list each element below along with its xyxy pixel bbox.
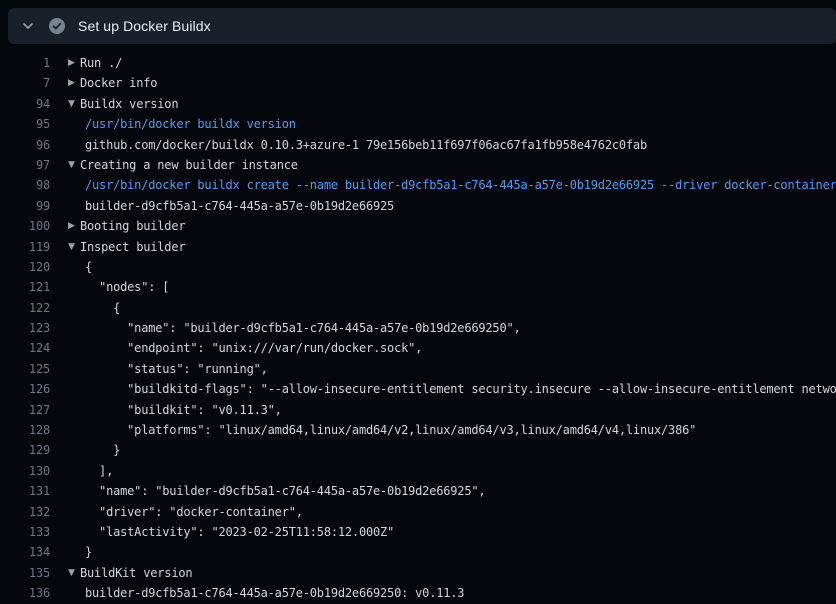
log-line: 127 "buildkit": "v0.11.3", [0,400,836,420]
line-number[interactable]: 135 [0,563,50,583]
triangle-collapsed-icon: ▶ [68,216,80,236]
group-title: Run ./ [80,53,122,73]
log-group-row[interactable]: 1 ▶Run ./ [0,53,836,73]
line-number[interactable]: 122 [0,298,50,318]
line-number[interactable]: 97 [0,155,50,175]
log-line: 130 ], [0,461,836,481]
log-area: 1▶Run ./7▶Docker info94▼Buildx version95… [0,44,836,604]
log-line: 120 { [0,257,836,277]
log-line: 129 } [0,440,836,460]
check-circle-icon [49,18,65,34]
output-text: "nodes": [ [85,277,169,297]
output-text: ], [85,461,113,481]
line-number[interactable]: 134 [0,542,50,562]
triangle-collapsed-icon: ▶ [68,53,80,73]
line-number[interactable]: 94 [0,94,50,114]
log-line: 122 { [0,298,836,318]
log-line: 132 "driver": "docker-container", [0,502,836,522]
line-number[interactable]: 7 [0,73,50,93]
line-number[interactable]: 131 [0,481,50,501]
log-line: 131 "name": "builder-d9cfb5a1-c764-445a-… [0,481,836,501]
line-number[interactable]: 120 [0,257,50,277]
triangle-expanded-icon: ▼ [68,237,80,257]
output-text: "name": "builder-d9cfb5a1-c764-445a-a57e… [85,481,485,501]
log-line: 121 "nodes": [ [0,277,836,297]
line-number[interactable]: 124 [0,338,50,358]
line-number[interactable]: 130 [0,461,50,481]
log-group-row[interactable]: 97 ▼Creating a new builder instance [0,155,836,175]
line-number[interactable]: 127 [0,400,50,420]
line-number[interactable]: 133 [0,522,50,542]
group-title: Creating a new builder instance [80,155,298,175]
log-line: 98/usr/bin/docker buildx create --name b… [0,175,836,195]
triangle-expanded-icon: ▼ [68,94,80,114]
output-text: } [85,440,120,460]
log-line: 126 "buildkitd-flags": "--allow-insecure… [0,379,836,399]
line-number[interactable]: 126 [0,379,50,399]
output-text: "buildkitd-flags": "--allow-insecure-ent… [85,379,836,399]
line-number[interactable]: 96 [0,135,50,155]
output-text: "endpoint": "unix:///var/run/docker.sock… [85,338,422,358]
log-line: 95/usr/bin/docker buildx version [0,114,836,134]
group-title: BuildKit version [80,563,192,583]
triangle-expanded-icon: ▼ [68,563,80,583]
log-group-row[interactable]: 7 ▶Docker info [0,73,836,93]
output-text: "platforms": "linux/amd64,linux/amd64/v2… [85,420,696,440]
line-number[interactable]: 100 [0,216,50,236]
log-line: 133 "lastActivity": "2023-02-25T11:58:12… [0,522,836,542]
log-group-row[interactable]: 94 ▼Buildx version [0,94,836,114]
group-title: Inspect builder [80,237,185,257]
line-number[interactable]: 132 [0,502,50,522]
triangle-expanded-icon: ▼ [68,155,80,175]
line-number[interactable]: 95 [0,114,50,134]
step-title: Set up Docker Buildx [78,18,211,34]
line-number[interactable]: 136 [0,583,50,603]
log-group-row[interactable]: 135 ▼BuildKit version [0,563,836,583]
log-line: 134} [0,542,836,562]
chevron-down-icon[interactable] [20,18,36,34]
output-text: "name": "builder-d9cfb5a1-c764-445a-a57e… [85,318,521,338]
triangle-collapsed-icon: ▶ [68,73,80,93]
line-number[interactable]: 99 [0,196,50,216]
line-number[interactable]: 98 [0,175,50,195]
log-line: 99 builder-d9cfb5a1-c764-445a-a57e-0b19d2… [0,196,836,216]
group-title: Docker info [80,73,157,93]
output-text: { [85,298,120,318]
output-text: "status": "running", [85,359,268,379]
step-header[interactable]: Set up Docker Buildx [8,8,836,44]
log-line: 123 "name": "builder-d9cfb5a1-c764-445a-… [0,318,836,338]
log-line: 128 "platforms": "linux/amd64,linux/amd6… [0,420,836,440]
log-line: 136 builder-d9cfb5a1-c764-445a-a57e-0b19d… [0,583,836,603]
output-text: github.com/docker/buildx 0.10.3+azure-1 … [85,135,647,155]
command-text: /usr/bin/docker buildx version [85,114,296,134]
log-group-row[interactable]: 119 ▼Inspect builder [0,237,836,257]
line-number[interactable]: 1 [0,53,50,73]
command-text: /usr/bin/docker buildx create --name bui… [85,175,836,195]
output-text: { [85,257,92,277]
log-group-row[interactable]: 100 ▶Booting builder [0,216,836,236]
output-text: builder-d9cfb5a1-c764-445a-a57e-0b19d2e6… [85,196,394,216]
output-text: "buildkit": "v0.11.3", [85,400,282,420]
log-line: 125 "status": "running", [0,359,836,379]
output-text: } [85,542,92,562]
actions-log-panel: Set up Docker Buildx 1▶Run ./7▶Docker in… [0,0,836,604]
output-text: "lastActivity": "2023-02-25T11:58:12.000… [85,522,394,542]
line-number[interactable]: 121 [0,277,50,297]
group-title: Booting builder [80,216,185,236]
line-number[interactable]: 119 [0,237,50,257]
output-text: "driver": "docker-container", [85,502,303,522]
line-number[interactable]: 125 [0,359,50,379]
line-number[interactable]: 129 [0,440,50,460]
log-line: 96 github.com/docker/buildx 0.10.3+azure-… [0,135,836,155]
log-line: 124 "endpoint": "unix:///var/run/docker.… [0,338,836,358]
group-title: Buildx version [80,94,178,114]
output-text: builder-d9cfb5a1-c764-445a-a57e-0b19d2e6… [85,583,464,603]
line-number[interactable]: 123 [0,318,50,338]
line-number[interactable]: 128 [0,420,50,440]
